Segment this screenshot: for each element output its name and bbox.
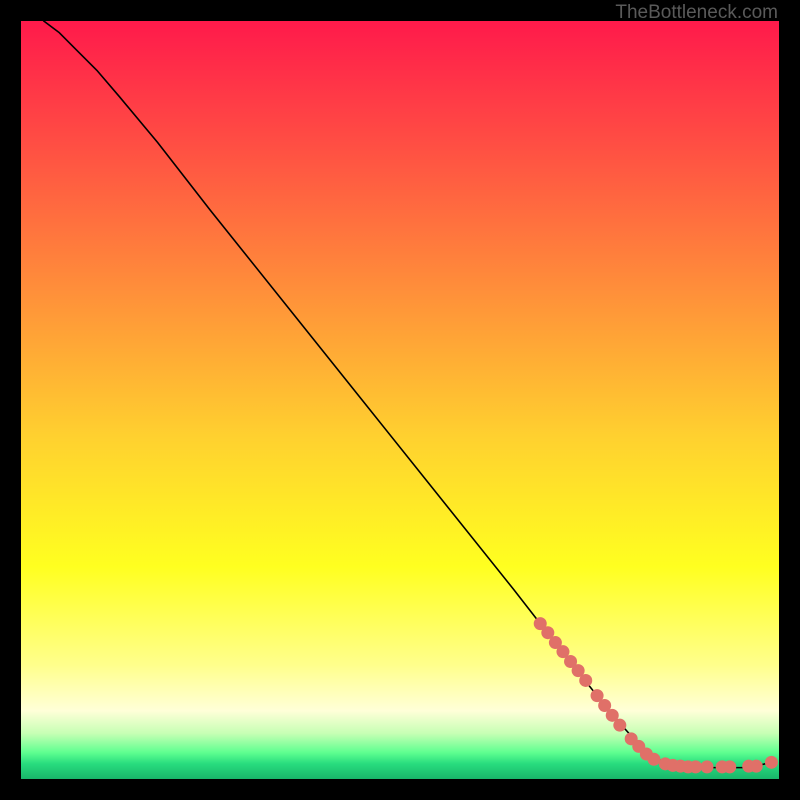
plot-svg xyxy=(21,21,779,779)
data-point xyxy=(750,760,763,773)
data-point xyxy=(723,760,736,773)
data-point xyxy=(689,760,702,773)
data-point xyxy=(613,719,626,732)
data-point xyxy=(765,756,778,769)
data-point xyxy=(647,753,660,766)
data-point xyxy=(579,674,592,687)
chart-frame: TheBottleneck.com xyxy=(0,0,800,800)
data-point xyxy=(700,760,713,773)
plot-area xyxy=(21,21,779,779)
gradient-background xyxy=(21,21,779,779)
